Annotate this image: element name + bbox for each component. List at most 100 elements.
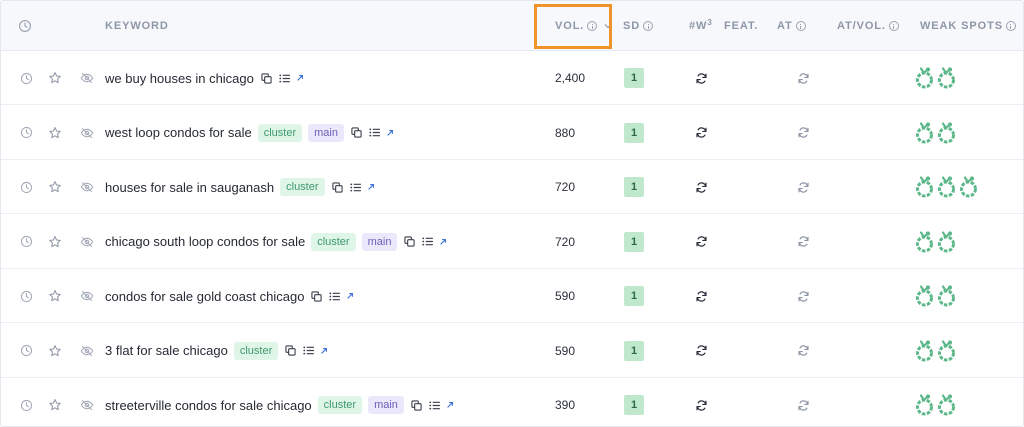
reddit-logo-icon[interactable]	[937, 67, 956, 89]
refresh-icon[interactable]	[693, 288, 709, 304]
cluster-tag[interactable]: cluster	[317, 396, 363, 414]
copy-icon[interactable]	[261, 72, 272, 84]
star-icon[interactable]	[47, 125, 63, 141]
table-row[interactable]: houses for sale in sauganash cluster 720 1	[1, 160, 1023, 214]
header-at-vol[interactable]: AT/VOL.	[837, 1, 899, 51]
star-icon[interactable]	[47, 70, 63, 86]
external-link-icon[interactable]	[346, 292, 354, 300]
clock-icon[interactable]	[18, 70, 34, 86]
refresh-icon[interactable]	[795, 234, 811, 250]
star-icon[interactable]	[47, 343, 63, 359]
reddit-logo-icon[interactable]	[915, 230, 934, 253]
table-row[interactable]: we buy houses in chicago 2,400 1	[1, 51, 1023, 105]
refresh-icon[interactable]	[795, 288, 811, 304]
keyword-text[interactable]: west loop condos for sale	[105, 125, 252, 140]
external-link-icon[interactable]	[367, 183, 375, 191]
copy-icon[interactable]	[311, 290, 323, 302]
keyword-text[interactable]: streeterville condos for sale chicago	[105, 398, 312, 413]
table-row[interactable]: condos for sale gold coast chicago 590 1	[1, 269, 1023, 323]
copy-icon[interactable]	[285, 345, 296, 356]
refresh-icon[interactable]	[693, 397, 709, 413]
eye-slash-icon[interactable]	[79, 234, 95, 250]
star-icon[interactable]	[47, 397, 63, 413]
external-link-icon[interactable]	[446, 401, 454, 409]
list-icon[interactable]	[329, 291, 341, 301]
refresh-icon[interactable]	[795, 70, 811, 86]
eye-slash-icon[interactable]	[79, 125, 95, 141]
cluster-tag[interactable]: cluster	[311, 232, 356, 251]
header-at[interactable]: AT	[777, 1, 806, 51]
reddit-logo-icon[interactable]	[915, 339, 934, 362]
copy-icon[interactable]	[411, 399, 422, 411]
cluster-tag[interactable]: cluster	[280, 178, 325, 196]
list-icon[interactable]	[303, 346, 315, 355]
star-icon[interactable]	[47, 179, 63, 195]
refresh-icon[interactable]	[693, 125, 709, 141]
copy-icon[interactable]	[331, 181, 343, 193]
reddit-logo-icon[interactable]	[915, 67, 934, 89]
refresh-icon[interactable]	[795, 343, 811, 359]
header-sd[interactable]: SD	[623, 1, 654, 51]
eye-slash-icon[interactable]	[79, 397, 95, 413]
copy-icon[interactable]	[404, 236, 416, 247]
reddit-logo-icon[interactable]	[915, 285, 934, 307]
keyword-text[interactable]: condos for sale gold coast chicago	[105, 289, 304, 304]
refresh-icon[interactable]	[693, 179, 709, 195]
eye-slash-icon[interactable]	[79, 70, 95, 86]
header-keyword[interactable]: KEYWORD	[105, 1, 169, 51]
reddit-logo-icon[interactable]	[937, 394, 956, 416]
clock-icon[interactable]	[18, 234, 34, 250]
table-row[interactable]: 3 flat for sale chicago cluster 590 1	[1, 324, 1023, 378]
list-icon[interactable]	[279, 73, 290, 83]
star-icon[interactable]	[47, 288, 63, 304]
keyword-text[interactable]: we buy houses in chicago	[105, 71, 254, 86]
table-row[interactable]: chicago south loop condos for sale cluste…	[1, 215, 1023, 269]
list-icon[interactable]	[369, 128, 380, 137]
reddit-logo-icon[interactable]	[959, 176, 978, 198]
clock-icon[interactable]	[18, 343, 34, 359]
reddit-logo-icon[interactable]	[915, 121, 934, 144]
external-link-icon[interactable]	[320, 347, 328, 355]
refresh-icon[interactable]	[795, 125, 811, 141]
refresh-icon[interactable]	[693, 234, 709, 250]
refresh-icon[interactable]	[693, 70, 709, 86]
star-icon[interactable]	[47, 234, 63, 250]
main-tag[interactable]: main	[308, 123, 344, 142]
reddit-logo-icon[interactable]	[937, 285, 956, 307]
reddit-logo-icon[interactable]	[915, 176, 934, 198]
cluster-tag[interactable]: cluster	[257, 123, 303, 142]
eye-slash-icon[interactable]	[79, 288, 95, 304]
header-w[interactable]: #W 3	[689, 1, 713, 51]
refresh-icon[interactable]	[795, 179, 811, 195]
copy-icon[interactable]	[351, 127, 362, 138]
reddit-logo-icon[interactable]	[937, 121, 956, 144]
clock-icon[interactable]	[18, 397, 34, 413]
external-link-icon[interactable]	[386, 129, 394, 137]
eye-slash-icon[interactable]	[79, 179, 95, 195]
cluster-tag[interactable]: cluster	[233, 341, 279, 360]
keyword-text[interactable]: 3 flat for sale chicago	[105, 343, 228, 358]
keyword-text[interactable]: chicago south loop condos for sale	[105, 234, 305, 249]
table-row[interactable]: streeterville condos for sale chicago clu…	[1, 378, 1023, 426]
clock-icon[interactable]	[18, 179, 34, 195]
header-feat[interactable]: FEAT.	[724, 1, 758, 51]
keyword-text[interactable]: houses for sale in sauganash	[105, 180, 274, 195]
clock-icon[interactable]	[18, 288, 34, 304]
refresh-icon[interactable]	[693, 343, 709, 359]
eye-slash-icon[interactable]	[79, 343, 95, 359]
table-row[interactable]: west loop condos for sale cluster main 880 1	[1, 106, 1023, 160]
main-tag[interactable]: main	[361, 232, 398, 251]
main-tag[interactable]: main	[368, 396, 404, 414]
list-icon[interactable]	[422, 237, 434, 246]
list-icon[interactable]	[349, 182, 361, 192]
external-link-icon[interactable]	[439, 238, 447, 246]
refresh-icon[interactable]	[795, 397, 811, 413]
header-weak-spots[interactable]: WEAK SPOTS	[920, 1, 1016, 51]
clock-icon[interactable]	[18, 125, 34, 141]
reddit-logo-icon[interactable]	[915, 394, 934, 416]
external-link-icon[interactable]	[296, 74, 304, 82]
list-icon[interactable]	[429, 400, 440, 410]
reddit-logo-icon[interactable]	[937, 176, 956, 198]
reddit-logo-icon[interactable]	[937, 339, 956, 362]
reddit-logo-icon[interactable]	[937, 230, 956, 253]
